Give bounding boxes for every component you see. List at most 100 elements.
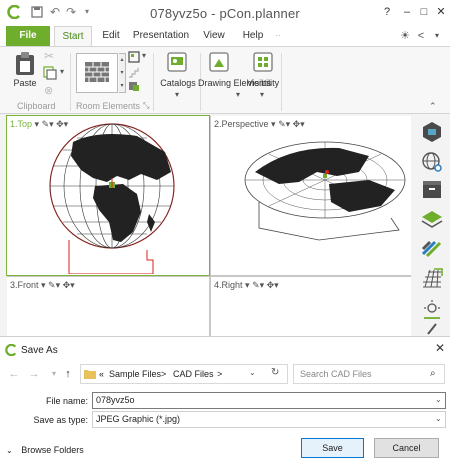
perspective-view-globe: [244, 141, 406, 241]
window-element-dropdown-icon[interactable]: ▾: [142, 51, 146, 60]
room-elements-group-label: Room Elements: [76, 101, 141, 111]
viewport-top-name: 1.Top: [10, 119, 33, 129]
search-field[interactable]: Search CAD Files ⌕: [293, 364, 445, 384]
viewport-area: 1.Top ▾ ✎▾ ✥▾ 2.Perspective ▾ ✎▾ ✥▾ 3.Fr…: [6, 115, 411, 336]
tab-view[interactable]: View: [198, 26, 230, 46]
search-icon[interactable]: ⌕: [430, 368, 436, 379]
tab-presentation[interactable]: Presentation: [130, 26, 192, 46]
breadcrumb-cad-files[interactable]: CAD Files: [173, 369, 214, 379]
minimize-button[interactable]: –: [398, 4, 416, 20]
tabs-more-icon[interactable]: ··: [272, 26, 284, 46]
copy-icon[interactable]: [43, 66, 57, 80]
ribbon-separator: [70, 53, 71, 111]
dialog-close-icon[interactable]: ✕: [433, 341, 447, 355]
viewport-top[interactable]: 1.Top ▾ ✎▾ ✥▾: [6, 115, 210, 276]
terrain-grid-icon[interactable]: [420, 266, 444, 290]
save-as-type-label: Save as type:: [33, 415, 88, 425]
options-dropdown-icon[interactable]: ▾: [430, 29, 444, 43]
viewport-front[interactable]: 3.Front ▾ ✎▾ ✥▾: [7, 277, 209, 336]
up-icon[interactable]: ↑: [62, 367, 74, 381]
viewport-perspective-label[interactable]: 2.Perspective ▾ ✎▾ ✥▾: [214, 119, 305, 130]
tab-help[interactable]: Help: [238, 26, 268, 46]
wall-gallery[interactable]: [76, 53, 118, 93]
ribbon: Paste ✂ ▾ ⊗ Clipboard ▴ ▾ ▾ ▾ Room Eleme…: [0, 46, 450, 114]
breadcrumb-separator[interactable]: >: [217, 369, 222, 379]
side-toolbar: [413, 116, 450, 336]
title-bar: ↶ ↷ ▾ 078yvz5o - pCon.planner ? – □ ✕: [0, 0, 450, 26]
visibility-label[interactable]: Visibility: [243, 78, 283, 89]
help-button[interactable]: ?: [378, 4, 396, 20]
viewport-perspective-name: 2.Perspective: [214, 119, 269, 129]
tab-edit[interactable]: Edit: [96, 26, 126, 46]
search-placeholder: Search CAD Files: [300, 369, 372, 379]
breadcrumb-separator[interactable]: >: [161, 369, 166, 379]
ribbon-separator: [281, 53, 282, 111]
cut-icon[interactable]: ✂: [44, 49, 54, 63]
file-name-input[interactable]: 078yvz5o ⌄: [92, 392, 446, 409]
breadcrumb-sample-files[interactable]: Sample Files: [109, 369, 161, 379]
visibility-dropdown-icon[interactable]: ▾: [260, 90, 264, 99]
article-manager-icon[interactable]: [420, 178, 444, 202]
address-dropdown-icon[interactable]: ⌄: [249, 368, 256, 377]
drawing-elements-dropdown-icon[interactable]: ▾: [236, 90, 240, 99]
sun-icon[interactable]: ☀: [398, 29, 412, 43]
share-icon[interactable]: <: [414, 29, 428, 43]
globe-search-icon[interactable]: [420, 150, 444, 174]
wall-gallery-scroll[interactable]: ▴ ▾ ▾: [119, 53, 126, 93]
collapse-ribbon-icon[interactable]: ⌃: [429, 101, 437, 112]
catalogs-dropdown-icon[interactable]: ▾: [175, 90, 179, 99]
address-bar[interactable]: « Sample Files > CAD Files > ⌄ ↻: [80, 364, 288, 384]
materials-icon[interactable]: [420, 236, 444, 260]
visibility-icon[interactable]: [252, 51, 274, 73]
layers-icon[interactable]: [420, 208, 444, 232]
browse-folders-toggle[interactable]: ⌄ Browse Folders: [6, 445, 84, 455]
viewport-perspective[interactable]: 2.Perspective ▾ ✎▾ ✥▾: [211, 116, 411, 275]
refresh-icon[interactable]: ↻: [271, 367, 279, 378]
dialog-navigation-bar: ← → ▾ ↑ « Sample Files > CAD Files > ⌄ ↻…: [0, 361, 450, 387]
viewport-front-label[interactable]: 3.Front ▾ ✎▾ ✥▾: [10, 280, 75, 291]
viewport-right-menu-icon[interactable]: ▾ ✎▾ ✥▾: [245, 280, 279, 290]
save-as-dialog: Save As ✕ ← → ▾ ↑ « Sample Files > CAD F…: [0, 336, 450, 467]
forward-icon[interactable]: →: [28, 367, 40, 381]
save-button[interactable]: Save: [301, 438, 364, 458]
viewport-front-menu-icon[interactable]: ▾ ✎▾ ✥▾: [41, 280, 75, 290]
catalogs-label[interactable]: Catalogs: [159, 78, 197, 89]
catalogs-icon[interactable]: [166, 51, 188, 73]
drawing-elements-icon[interactable]: [208, 51, 230, 73]
window-element-icon[interactable]: [128, 51, 140, 63]
transform-tools-icon[interactable]: [420, 120, 444, 144]
recent-locations-icon[interactable]: ▾: [48, 367, 60, 381]
chevron-down-icon: ⌄: [6, 446, 13, 455]
maximize-button[interactable]: □: [415, 4, 433, 20]
viewport-perspective-menu-icon[interactable]: ▾ ✎▾ ✥▾: [271, 119, 305, 129]
stairs-icon[interactable]: [128, 66, 140, 78]
viewport-right-label[interactable]: 4.Right ▾ ✎▾ ✥▾: [214, 280, 279, 291]
breadcrumb-overflow[interactable]: «: [99, 369, 104, 379]
measure-icon[interactable]: [420, 322, 444, 336]
app-window: ↶ ↷ ▾ 078yvz5o - pCon.planner ? – □ ✕ Fi…: [0, 0, 450, 336]
tab-file[interactable]: File: [6, 26, 50, 46]
viewport-front-name: 3.Front: [10, 280, 39, 290]
ribbon-separator: [153, 53, 154, 111]
clipboard-group-label: Clipboard: [17, 101, 56, 111]
drawing-elements-label[interactable]: Drawing Elements: [198, 78, 271, 89]
room-elements-launcher-icon[interactable]: ⤡: [143, 101, 149, 111]
save-as-type-dropdown-icon[interactable]: ⌄: [435, 414, 442, 423]
file-name-label: File name:: [45, 396, 88, 406]
back-icon[interactable]: ←: [8, 367, 20, 381]
close-button[interactable]: ✕: [432, 4, 450, 20]
copy-dropdown-icon[interactable]: ▾: [60, 67, 64, 76]
dialog-title: Save As: [21, 345, 58, 356]
tab-start[interactable]: Start: [54, 26, 92, 46]
room-element-icon[interactable]: [128, 80, 140, 92]
brick-wall-icon: [85, 62, 109, 82]
save-as-type-select[interactable]: JPEG Graphic (*.jpg) ⌄: [92, 411, 446, 428]
paste-label[interactable]: Paste: [10, 78, 40, 89]
file-name-dropdown-icon[interactable]: ⌄: [435, 395, 442, 404]
delete-icon[interactable]: ⊗: [44, 84, 53, 97]
light-icon[interactable]: [420, 298, 444, 322]
viewport-right[interactable]: 4.Right ▾ ✎▾ ✥▾: [211, 277, 411, 336]
cancel-button[interactable]: Cancel: [374, 438, 439, 458]
file-name-value: 078yvz5o: [96, 395, 135, 405]
paste-icon[interactable]: [14, 51, 36, 77]
